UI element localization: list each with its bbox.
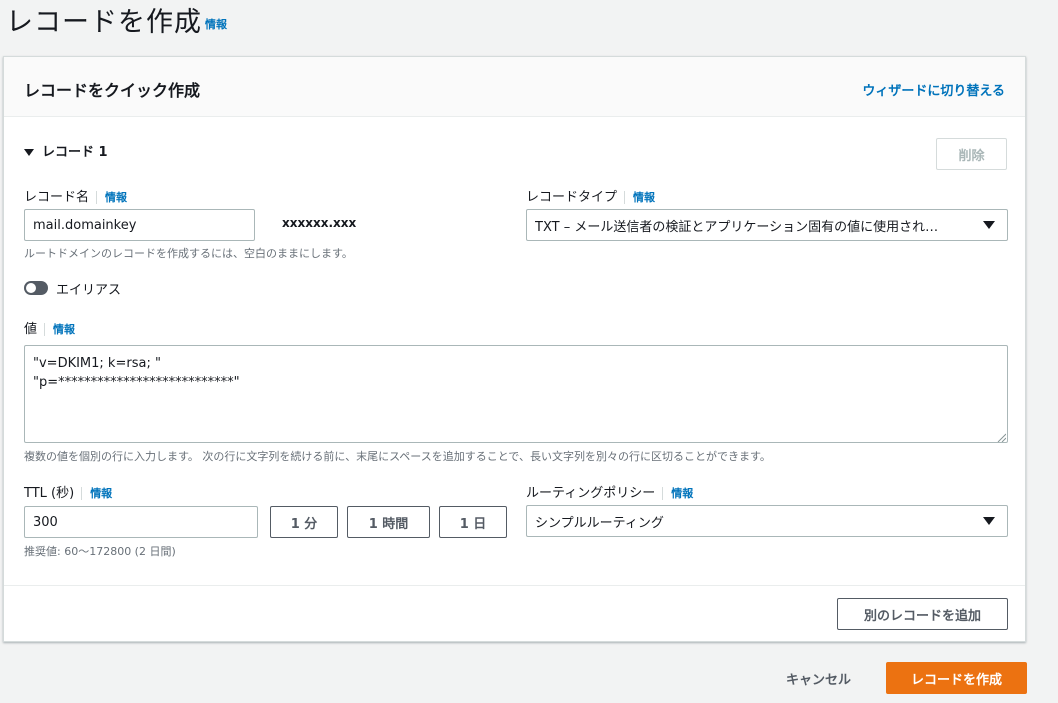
delete-button[interactable]: 削除	[936, 138, 1007, 170]
cancel-button[interactable]: キャンセル	[786, 669, 851, 688]
record-type-label: レコードタイプ	[526, 190, 618, 205]
switch-to-wizard-link[interactable]: ウィザードに切り替える	[862, 80, 1005, 99]
ttl-info-link[interactable]: 情報	[81, 487, 113, 500]
value-label: 値	[24, 322, 38, 337]
routing-info-link[interactable]: 情報	[662, 487, 694, 500]
record-type-info-link[interactable]: 情報	[624, 191, 656, 204]
ttl-1-hour-button[interactable]: 1 時間	[347, 506, 430, 538]
panel-header: レコードをクイック作成 ウィザードに切り替える	[4, 57, 1025, 117]
page-title: レコードを作成	[6, 7, 202, 38]
caret-down-icon	[24, 149, 34, 156]
resize-grip-icon[interactable]	[997, 433, 1006, 442]
record-type-select[interactable]: TXT – メール送信者の検証とアプリケーション固有の値に使用され…	[526, 209, 1008, 241]
ttl-input[interactable]: 300	[24, 506, 258, 538]
ttl-label-row: TTL (秒) 情報	[24, 482, 113, 501]
quick-create-panel: レコードをクイック作成 ウィザードに切り替える レコード 1 削除 レコード名情…	[3, 56, 1026, 642]
record-name-label-row: レコード名 情報	[24, 186, 128, 205]
page-info-link[interactable]: 情報	[205, 16, 227, 32]
toggle-knob	[26, 283, 36, 293]
value-label-row: 値情報	[24, 318, 76, 337]
record-type-value: TXT – メール送信者の検証とアプリケーション固有の値に使用され…	[535, 219, 939, 235]
alias-label: エイリアス	[56, 283, 122, 298]
record-name-info-link[interactable]: 情報	[96, 191, 128, 204]
ttl-label: TTL (秒)	[24, 486, 75, 501]
record-section-toggle[interactable]: レコード 1	[24, 141, 108, 160]
record-name-label: レコード名	[24, 190, 90, 205]
routing-policy-value: シンプルルーティング	[535, 515, 664, 531]
routing-label-row: ルーティングポリシー 情報	[526, 482, 694, 501]
record-section-title: レコード 1	[42, 145, 108, 160]
record-name-hint: ルートドメインのレコードを作成するには、空白のままにします。	[24, 247, 353, 260]
value-hint: 複数の値を個別の行に入力します。 次の行に文字列を続ける前に、末尾にスペースを追…	[24, 450, 771, 463]
routing-policy-label: ルーティングポリシー	[526, 486, 656, 501]
record-name-input[interactable]: mail.domainkey	[24, 209, 255, 241]
panel-title: レコードをクイック作成	[24, 81, 201, 100]
ttl-hint: 推奨値: 60〜172800 (2 日間)	[24, 545, 176, 558]
domain-suffix: xxxxxx.xxx	[282, 216, 357, 230]
add-another-record-button[interactable]: 別のレコードを追加	[837, 598, 1008, 630]
panel-footer-divider	[4, 585, 1025, 586]
value-textarea[interactable]: "v=DKIM1; k=rsa; " "p=******************…	[24, 345, 1008, 443]
value-info-link[interactable]: 情報	[44, 323, 76, 336]
ttl-1-day-button[interactable]: 1 日	[439, 506, 507, 538]
create-record-button[interactable]: レコードを作成	[886, 662, 1027, 694]
alias-toggle[interactable]	[24, 281, 48, 295]
record-type-label-row: レコードタイプ 情報	[526, 186, 656, 205]
dropdown-arrow-icon	[983, 517, 995, 525]
dropdown-arrow-icon	[983, 221, 995, 229]
ttl-1-minute-button[interactable]: 1 分	[270, 506, 338, 538]
routing-policy-select[interactable]: シンプルルーティング	[526, 505, 1008, 537]
